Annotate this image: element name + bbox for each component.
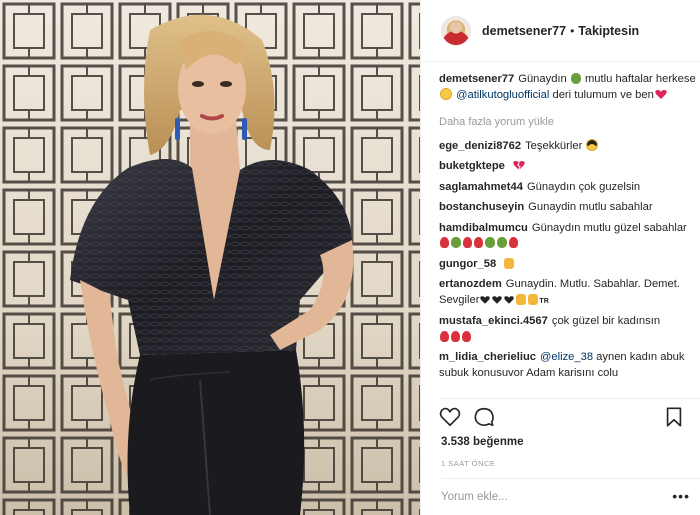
comment-username[interactable]: saglamahmet44	[439, 181, 523, 193]
plant-emoji-icon	[570, 73, 581, 84]
comment-username[interactable]: gungor_58	[439, 258, 496, 270]
comment-mention-link[interactable]: @elize_38	[540, 351, 593, 363]
comment-username[interactable]: ertanozdem	[439, 278, 502, 290]
plant-emoji-icon	[451, 237, 461, 248]
rose-emoji-icon	[462, 330, 471, 342]
red-heart-emoji-icon	[655, 89, 667, 99]
heart-outline-icon[interactable]	[439, 406, 461, 428]
rose-emoji-icon	[451, 330, 460, 342]
actions-divider	[439, 398, 700, 399]
post-caption: demetsener77 Günaydın mutlu haftalar herk…	[439, 72, 697, 103]
comment-item: mustafa_ekinci.4567 çok güzel bir kadınsı…	[439, 314, 697, 345]
likes-count[interactable]: 3.538 beğenme	[441, 436, 523, 448]
post-actions-bar	[439, 404, 700, 430]
caption-mention-link[interactable]: @atilkutogluofficial	[456, 89, 549, 101]
caption-username[interactable]: demetsener77	[439, 73, 514, 85]
header-username[interactable]: demetsener77	[482, 24, 566, 38]
more-options-icon[interactable]: •••	[672, 488, 690, 504]
comment-username[interactable]: m_lidia_cherieliuc	[439, 351, 536, 363]
post-header: demetsener77 • Takiptesin	[421, 0, 700, 62]
rose-emoji-icon	[440, 330, 449, 342]
post-details-panel: demetsener77 • Takiptesin demetsener77 Gü…	[420, 0, 700, 515]
load-more-comments-link[interactable]: Daha fazla yorum yükle	[439, 115, 697, 131]
comment-text: Günaydın mutlu güzel sabahlar	[531, 221, 687, 234]
post-photo[interactable]	[0, 0, 420, 515]
black-heart-emoji-icon	[492, 295, 503, 304]
comment-text: Teşekkürler	[525, 139, 583, 152]
comment-item: ege_denizi8762 Teşekkürler	[439, 138, 697, 155]
bookmark-icon[interactable]	[663, 406, 685, 428]
comment-username[interactable]: bostanchuseyin	[439, 201, 524, 213]
comment-item: buketgktepe	[439, 159, 697, 175]
rose-emoji-icon	[463, 237, 472, 248]
comment-text: çok güzel bir kadınsın	[551, 315, 661, 327]
rose-emoji-icon	[509, 237, 518, 248]
avatar[interactable]	[441, 15, 471, 46]
comments-list[interactable]: demetsener77 Günaydın mutlu haftalar herk…	[439, 72, 697, 398]
caption-text-2: mutlu haftalar herkese	[584, 73, 696, 85]
black-heart-emoji-icon	[480, 295, 491, 304]
sunglasses-emoji-icon	[586, 138, 599, 151]
comment-item: hamdibalmumcu Günaydın mutlu güzel sabahl…	[439, 221, 697, 252]
comment-item: m_lidia_cherieliuc @elize_38 aynen kadın …	[439, 350, 697, 381]
comment-item: gungor_58	[439, 257, 697, 273]
comment-input[interactable]	[441, 491, 681, 503]
comment-text: Gunaydin mutlu sabahlar	[528, 201, 653, 213]
thumbs-up-emoji-icon	[528, 293, 539, 305]
comment-username[interactable]: ege_denizi8762	[439, 140, 521, 152]
comment-username[interactable]: buketgktepe	[439, 160, 505, 172]
add-comment-bar	[441, 478, 700, 515]
follow-status-button[interactable]: Takiptesin	[578, 24, 639, 38]
caption-text-1: Günaydın	[518, 73, 567, 85]
speech-bubble-icon[interactable]	[473, 406, 495, 428]
heart-eyes-emoji-icon	[440, 87, 452, 100]
caption-text-3: deri tulumum ve ben	[552, 88, 654, 101]
comment-item: ertanozdem Gunaydin. Mutlu. Sabahlar. Dem…	[439, 277, 697, 309]
tr-flag-label: TR	[539, 297, 549, 305]
plant-emoji-icon	[497, 237, 507, 248]
post-timestamp: 1 SAAT ÖNCE	[441, 459, 496, 468]
black-heart-emoji-icon	[504, 295, 515, 304]
comment-username[interactable]: hamdibalmumcu	[439, 222, 528, 234]
comment-username[interactable]: mustafa_ekinci.4567	[439, 315, 548, 327]
post-photo-image	[0, 0, 420, 515]
thumbs-up-emoji-icon	[516, 293, 527, 305]
comment-item: saglamahmet44 Günaydın çok guzelsin	[439, 180, 697, 196]
header-separator: •	[570, 23, 575, 38]
comment-item: bostanchuseyin Gunaydin mutlu sabahlar	[439, 200, 697, 216]
plant-emoji-icon	[485, 237, 495, 248]
comment-text: Günaydın çok guzelsin	[526, 180, 641, 193]
ok-hand-emoji-icon	[504, 257, 515, 269]
rose-emoji-icon	[474, 237, 483, 248]
rose-emoji-icon	[440, 237, 449, 248]
broken-heart-emoji-icon	[513, 161, 525, 171]
